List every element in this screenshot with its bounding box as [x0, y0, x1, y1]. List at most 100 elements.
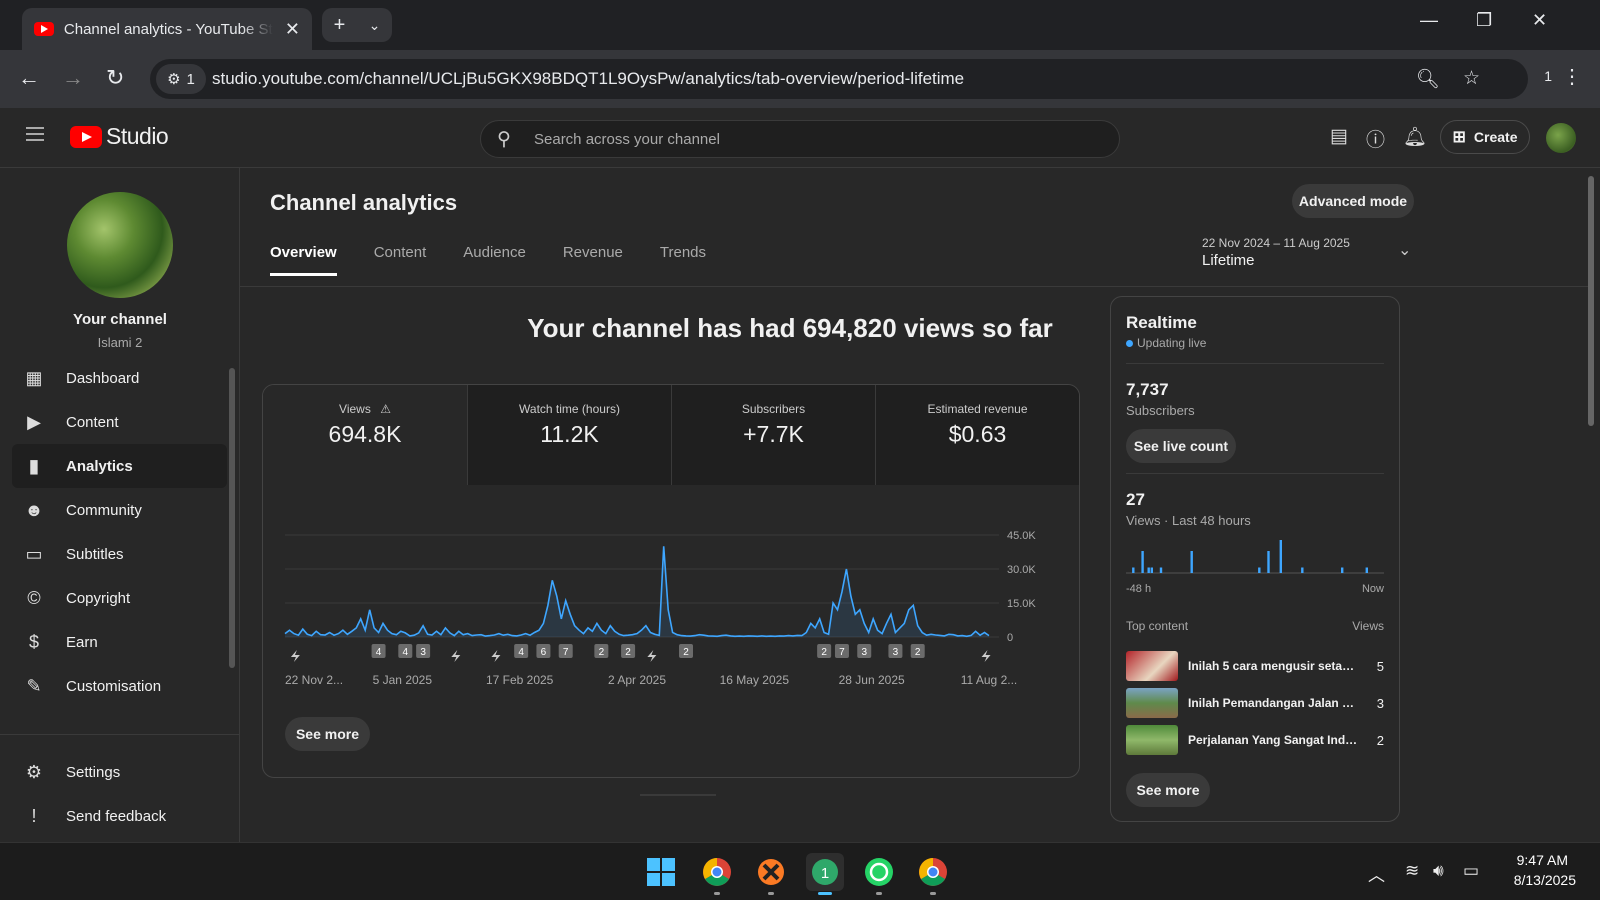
release-marker[interactable]: 4 — [514, 644, 529, 658]
new-tab-icon[interactable]: + — [334, 14, 346, 37]
sidebar-item-content[interactable]: ▶ Content — [12, 400, 227, 444]
realtime-see-more-button[interactable]: See more — [1126, 773, 1210, 807]
realtime-bar[interactable] — [1301, 567, 1304, 574]
top-content-row[interactable]: Inilah 5 cara mengusir setan ... 5 — [1126, 651, 1384, 681]
browser-tab[interactable]: Channel analytics - YouTube Studio ✕ — [22, 8, 312, 50]
sidebar-item-subtitles[interactable]: ▭ Subtitles — [12, 532, 227, 576]
sidebar-item-send-feedback[interactable]: ! Send feedback — [12, 794, 227, 838]
release-marker[interactable]: 4 — [398, 644, 413, 658]
realtime-bar[interactable] — [1258, 567, 1261, 574]
release-marker[interactable] — [491, 650, 501, 662]
sidebar-item-copyright[interactable]: © Copyright — [12, 576, 227, 620]
release-marker[interactable] — [290, 650, 300, 662]
windows-start-icon[interactable] — [642, 853, 680, 891]
metric-views[interactable]: Views ⚠ 694.8K — [263, 385, 467, 485]
url-text[interactable]: studio.youtube.com/channel/UCLjBu5GKX98B… — [212, 69, 964, 89]
release-marker[interactable]: 6 — [536, 644, 551, 658]
see-live-count-button[interactable]: See live count — [1126, 429, 1236, 463]
back-icon[interactable]: ← — [18, 65, 40, 91]
top-content-row[interactable]: Perjalanan Yang Sangat Inda... 2 — [1126, 725, 1384, 755]
zoom-icon[interactable]: 🔍︎ — [1416, 67, 1440, 91]
xampp-icon[interactable] — [752, 853, 790, 895]
account-avatar[interactable] — [1546, 123, 1576, 153]
see-more-button[interactable]: See more — [285, 717, 370, 751]
clock-date[interactable]: 8/13/2025 — [1514, 872, 1576, 888]
menu-icon[interactable] — [26, 127, 44, 141]
sidebar-item-dashboard[interactable]: ▦ Dashboard — [12, 356, 227, 400]
notifications-bell-icon[interactable]: 🔔︎ — [1403, 125, 1427, 149]
sidebar-item-settings[interactable]: ⚙ Settings — [12, 750, 227, 794]
browser-menu-icon[interactable]: ⋮ — [1562, 64, 1582, 89]
minimize-icon[interactable]: — — [1420, 10, 1438, 31]
views-line-chart[interactable]: 45.0K30.0K15.0K04 4 3 4 6 7 2 2 2 2 7 3 3 222 Nov 2..… — [263, 485, 1080, 705]
metric-estimated-revenue[interactable]: Estimated revenue $0.63 — [875, 385, 1079, 485]
release-marker[interactable]: 7 — [834, 644, 849, 658]
advanced-mode-button[interactable]: Advanced mode — [1292, 184, 1414, 218]
volume-icon[interactable]: 🔊︎ — [1433, 861, 1444, 881]
tab-audience[interactable]: Audience — [463, 244, 526, 276]
top-content-row[interactable]: Inilah Pemandangan Jalan Di ... 3 — [1126, 688, 1384, 718]
whatsapp-icon[interactable] — [860, 853, 898, 895]
metric-subscribers[interactable]: Subscribers +7.7K — [671, 385, 875, 485]
release-marker[interactable]: 2 — [910, 644, 925, 658]
realtime-bar-chart[interactable] — [1126, 537, 1384, 577]
chrome-icon[interactable] — [698, 853, 736, 895]
tab-trends[interactable]: Trends — [660, 244, 706, 276]
realtime-bar[interactable] — [1279, 540, 1282, 573]
close-tab-icon[interactable]: ✕ — [285, 19, 300, 40]
search-input[interactable]: ⚲ Search across your channel — [480, 120, 1120, 158]
wifi-icon[interactable]: ≋ — [1405, 861, 1419, 881]
release-marker[interactable] — [981, 650, 991, 662]
address-bar[interactable]: ⚙ 1 studio.youtube.com/channel/UCLjBu5GK… — [150, 59, 1528, 99]
tab-revenue[interactable]: Revenue — [563, 244, 623, 276]
realtime-bar[interactable] — [1190, 551, 1193, 573]
realtime-bar[interactable] — [1365, 567, 1368, 574]
extensions-count[interactable]: 1 — [1544, 68, 1552, 84]
clock-time[interactable]: 9:47 AM — [1517, 852, 1568, 868]
release-marker[interactable]: 2 — [817, 644, 832, 658]
metric-watch-time[interactable]: Watch time (hours) 11.2K — [467, 385, 671, 485]
realtime-bar[interactable] — [1141, 551, 1144, 573]
reload-icon[interactable]: ↻ — [106, 65, 124, 91]
help-icon[interactable]: ⓘ — [1366, 125, 1385, 152]
chrome-profile-icon[interactable] — [914, 853, 952, 895]
battery-icon[interactable]: ▭ — [1463, 861, 1479, 881]
chevron-up-icon[interactable]: ︿ — [1368, 861, 1385, 886]
release-marker[interactable]: 3 — [857, 644, 872, 658]
bookmark-star-icon[interactable]: ☆ — [1463, 67, 1480, 90]
release-marker[interactable]: 4 — [371, 644, 386, 658]
terminal-app-icon[interactable]: 1 — [806, 853, 844, 895]
realtime-bar[interactable] — [1147, 567, 1150, 574]
channel-avatar[interactable] — [67, 192, 173, 298]
sidebar-item-analytics[interactable]: ▮ Analytics — [12, 444, 227, 488]
tab-content[interactable]: Content — [374, 244, 427, 276]
create-button[interactable]: ⊞ Create — [1440, 120, 1530, 154]
release-marker[interactable]: 7 — [558, 644, 573, 658]
studio-logo[interactable]: Studio — [70, 123, 169, 150]
realtime-bar[interactable] — [1132, 567, 1135, 574]
sidebar-item-earn[interactable]: $ Earn — [12, 620, 227, 664]
realtime-bar[interactable] — [1159, 567, 1163, 574]
realtime-bar[interactable] — [1150, 567, 1153, 574]
settings-icon: ⚙ — [25, 761, 43, 782]
forward-icon[interactable]: → — [62, 65, 84, 91]
tab-search-icon[interactable]: ⌄ — [369, 17, 381, 34]
sidebar-scrollbar[interactable] — [229, 368, 235, 668]
sidebar-item-community[interactable]: ☻ Community — [12, 488, 227, 532]
site-info-button[interactable]: ⚙ 1 — [156, 64, 206, 94]
release-marker[interactable]: 3 — [416, 644, 431, 658]
window-close-icon[interactable]: ✕ — [1532, 10, 1547, 31]
realtime-bar[interactable] — [1267, 551, 1270, 573]
page-scrollbar[interactable] — [1588, 176, 1594, 426]
release-marker[interactable]: 2 — [621, 644, 636, 658]
release-marker[interactable]: 2 — [594, 644, 609, 658]
release-marker[interactable]: 2 — [679, 644, 694, 658]
comments-icon[interactable]: ▤ — [1330, 125, 1348, 148]
restore-icon[interactable]: ❐ — [1476, 10, 1492, 31]
release-marker[interactable]: 3 — [888, 644, 903, 658]
sidebar-item-customisation[interactable]: ✎ Customisation — [12, 664, 227, 708]
realtime-bar[interactable] — [1341, 567, 1344, 574]
release-marker[interactable] — [647, 650, 657, 662]
tab-overview[interactable]: Overview — [270, 244, 337, 276]
release-marker[interactable] — [451, 650, 461, 662]
